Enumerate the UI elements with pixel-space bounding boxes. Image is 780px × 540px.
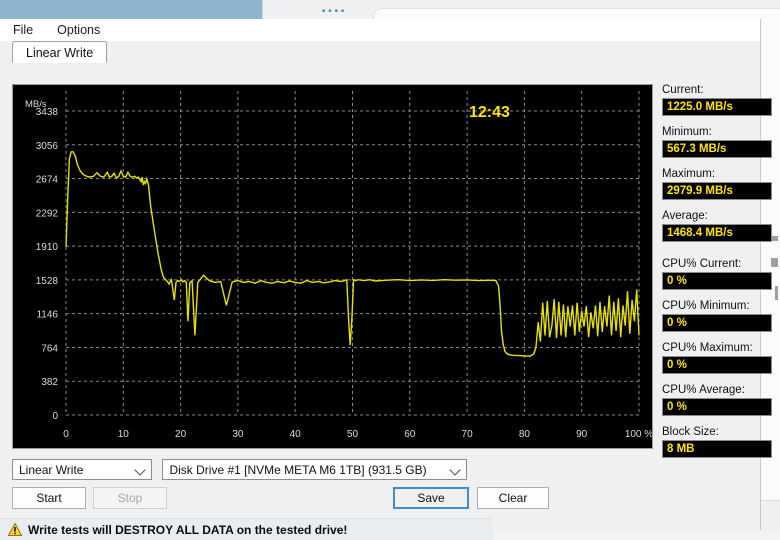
main-panel: 0 382 764 1146 1528 1910 2292 2674 3056 3438 0 10 2…	[0, 63, 772, 540]
chart-y-tick-label: 0	[52, 411, 58, 422]
test-mode-select[interactable]: Linear Write	[12, 459, 152, 480]
drive-select[interactable]: Disk Drive #1 [NVMe META M6 1TB] (931.5 …	[162, 459, 468, 480]
chart-y-tick-label: 3056	[36, 141, 59, 152]
stat-label: CPU% Minimum:	[662, 300, 750, 312]
chart-canvas: 03827641146152819102292267430563438 0 10 2…	[13, 85, 652, 448]
chart-x-tick-label: 30	[232, 429, 244, 440]
chart-x-tick-label: 90	[576, 429, 588, 440]
chart-y-tick-label: 1528	[36, 276, 59, 287]
stat-group: Maximum: 2979.9 MB/s	[662, 168, 772, 200]
chart-y-axis-unit: MB/s	[25, 99, 47, 110]
chart-x-tick-label: 60	[404, 429, 416, 440]
stat-label: Block Size:	[662, 426, 719, 438]
stat-group: Minimum: 567.3 MB/s	[662, 126, 772, 158]
save-button[interactable]: Save	[393, 487, 469, 509]
stat-group: CPU% Minimum: 0 %	[662, 300, 772, 332]
stat-group: Current: 1225.0 MB/s	[662, 84, 772, 116]
stat-value: 0 %	[662, 356, 772, 374]
disk-benchmark-window: File Options Linear Write 0 382 764 1146 152…	[0, 19, 772, 540]
chevron-down-icon	[449, 464, 462, 476]
tab-linear-write[interactable]: Linear Write	[12, 41, 108, 63]
stat-value: 1225.0 MB/s	[662, 98, 772, 116]
chevron-down-icon	[134, 464, 146, 476]
chart-elapsed-timer: 12:43	[469, 104, 510, 121]
stats-sidebar: Current: 1225.0 MB/s Minimum: 567.3 MB/s Max…	[662, 84, 772, 468]
action-button-row: Start Stop Save Clear	[12, 487, 549, 509]
chart-x-tick-label: 50	[347, 429, 359, 440]
chart-y-tick-label: 764	[41, 343, 58, 354]
chart-x-tick-label: 40	[290, 429, 302, 440]
chart-x-tick-label: 80	[519, 429, 531, 440]
stat-group: CPU% Maximum: 0 %	[662, 342, 772, 374]
chart-y-tick-label: 2292	[36, 208, 59, 219]
clear-button[interactable]: Clear	[477, 487, 549, 509]
stat-label: CPU% Current:	[662, 258, 742, 270]
chart-x-tick-label: 10	[118, 429, 130, 440]
stat-label: Average:	[662, 210, 708, 222]
stat-label: Maximum:	[662, 168, 716, 180]
warning-bar: Write tests will DESTROY ALL DATA on the…	[0, 518, 493, 540]
stat-label: Current:	[662, 84, 704, 96]
stat-value: 0 %	[662, 314, 772, 332]
stat-label: Minimum:	[662, 126, 712, 138]
stat-group: Average: 1468.4 MB/s	[662, 210, 772, 242]
stat-label: CPU% Average:	[662, 384, 745, 396]
tab-strip: Linear Write	[0, 41, 760, 64]
chart-x-tick-label: 20	[175, 429, 187, 440]
chart-y-tick-label: 382	[41, 377, 58, 388]
chart-x-tick-label: 0	[63, 429, 69, 440]
background-tick-2	[771, 258, 778, 267]
start-button[interactable]: Start	[12, 487, 86, 509]
background-window-dots-icon: ••••	[321, 9, 347, 15]
menu-bar: File Options	[0, 19, 760, 41]
stat-value: 567.3 MB/s	[662, 140, 772, 158]
stat-group: CPU% Current: 0 %	[662, 258, 772, 290]
stat-value: 8 MB	[662, 440, 772, 458]
chart-x-tick-label: 70	[462, 429, 474, 440]
chart-x-tick-label: 100 %	[625, 429, 652, 440]
test-mode-value: Linear Write	[19, 462, 84, 477]
menu-item-file[interactable]: File	[10, 21, 36, 39]
stat-label: CPU% Maximum:	[662, 342, 753, 354]
background-tick-3	[775, 286, 778, 300]
chart-y-tick-label: 1146	[36, 310, 58, 321]
stat-group: CPU% Average: 0 %	[662, 384, 772, 416]
selector-row: Linear Write Disk Drive #1 [NVMe META M6…	[12, 459, 468, 480]
chart-plot-background	[13, 85, 652, 448]
drive-select-value: Disk Drive #1 [NVMe META M6 1TB] (931.5 …	[169, 462, 427, 477]
background-tick-1	[771, 236, 778, 241]
chart-y-tick-label: 2674	[36, 175, 59, 186]
stat-value: 0 %	[662, 398, 772, 416]
stat-value: 0 %	[662, 272, 772, 290]
stop-button[interactable]: Stop	[93, 487, 167, 509]
menu-item-options[interactable]: Options	[54, 21, 103, 39]
chart-y-tick-label: 1910	[36, 242, 59, 253]
throughput-chart: 0 382 764 1146 1528 1910 2292 2674 3056 3438 0 10 2…	[12, 84, 653, 449]
stat-value: 2979.9 MB/s	[662, 182, 772, 200]
stat-value: 1468.4 MB/s	[662, 224, 772, 242]
stat-group: Block Size: 8 MB	[662, 426, 772, 458]
